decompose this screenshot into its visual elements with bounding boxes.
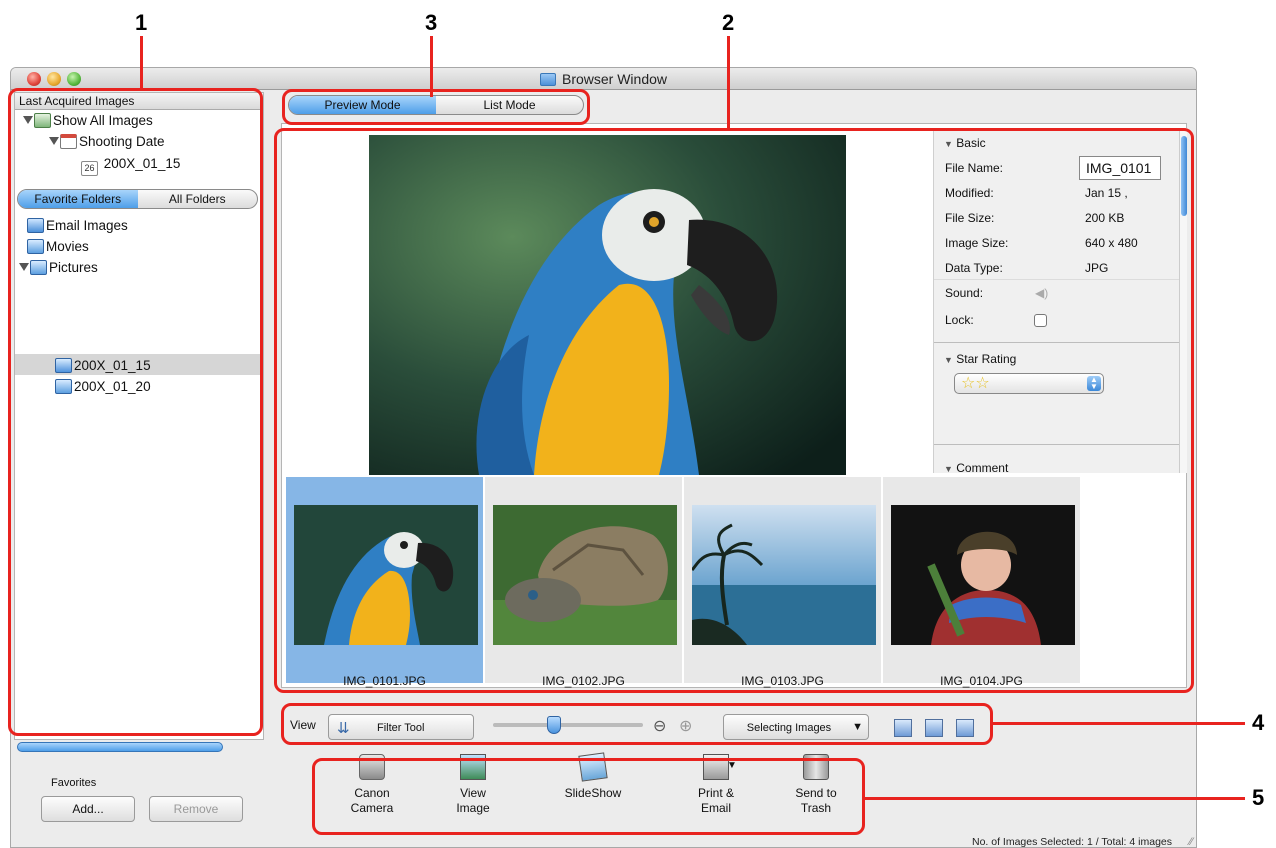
resize-grip-icon[interactable]: ⁄⁄ (1189, 836, 1193, 847)
callout-line-4 (993, 722, 1245, 725)
left-pane-scrollbar[interactable] (17, 742, 223, 752)
callout-line-2 (727, 36, 730, 130)
callout-number-4: 4 (1252, 710, 1265, 735)
callout-number-1: 1 (135, 10, 148, 35)
callout-line-1 (140, 36, 143, 89)
add-favorite-button[interactable]: Add... (41, 796, 135, 822)
remove-favorite-button[interactable]: Remove (149, 796, 243, 822)
callout-number-2: 2 (722, 10, 735, 35)
favorites-label: Favorites (51, 777, 97, 789)
callout-line-5 (865, 797, 1245, 800)
callout-line-3 (430, 36, 433, 97)
callout-box-2 (274, 128, 1194, 693)
title-bar[interactable]: Browser Window (11, 68, 1196, 90)
callout-box-4 (281, 703, 993, 745)
status-text: No. of Images Selected: 1 / Total: 4 ima… (972, 836, 1172, 848)
callout-box-1 (8, 88, 263, 736)
callout-number-3: 3 (425, 10, 438, 35)
callout-number-5: 5 (1252, 785, 1265, 810)
callout-box-3 (282, 89, 590, 125)
callout-box-5 (312, 758, 865, 835)
folder-icon (539, 73, 556, 86)
window-title: Browser Window (11, 71, 1196, 87)
